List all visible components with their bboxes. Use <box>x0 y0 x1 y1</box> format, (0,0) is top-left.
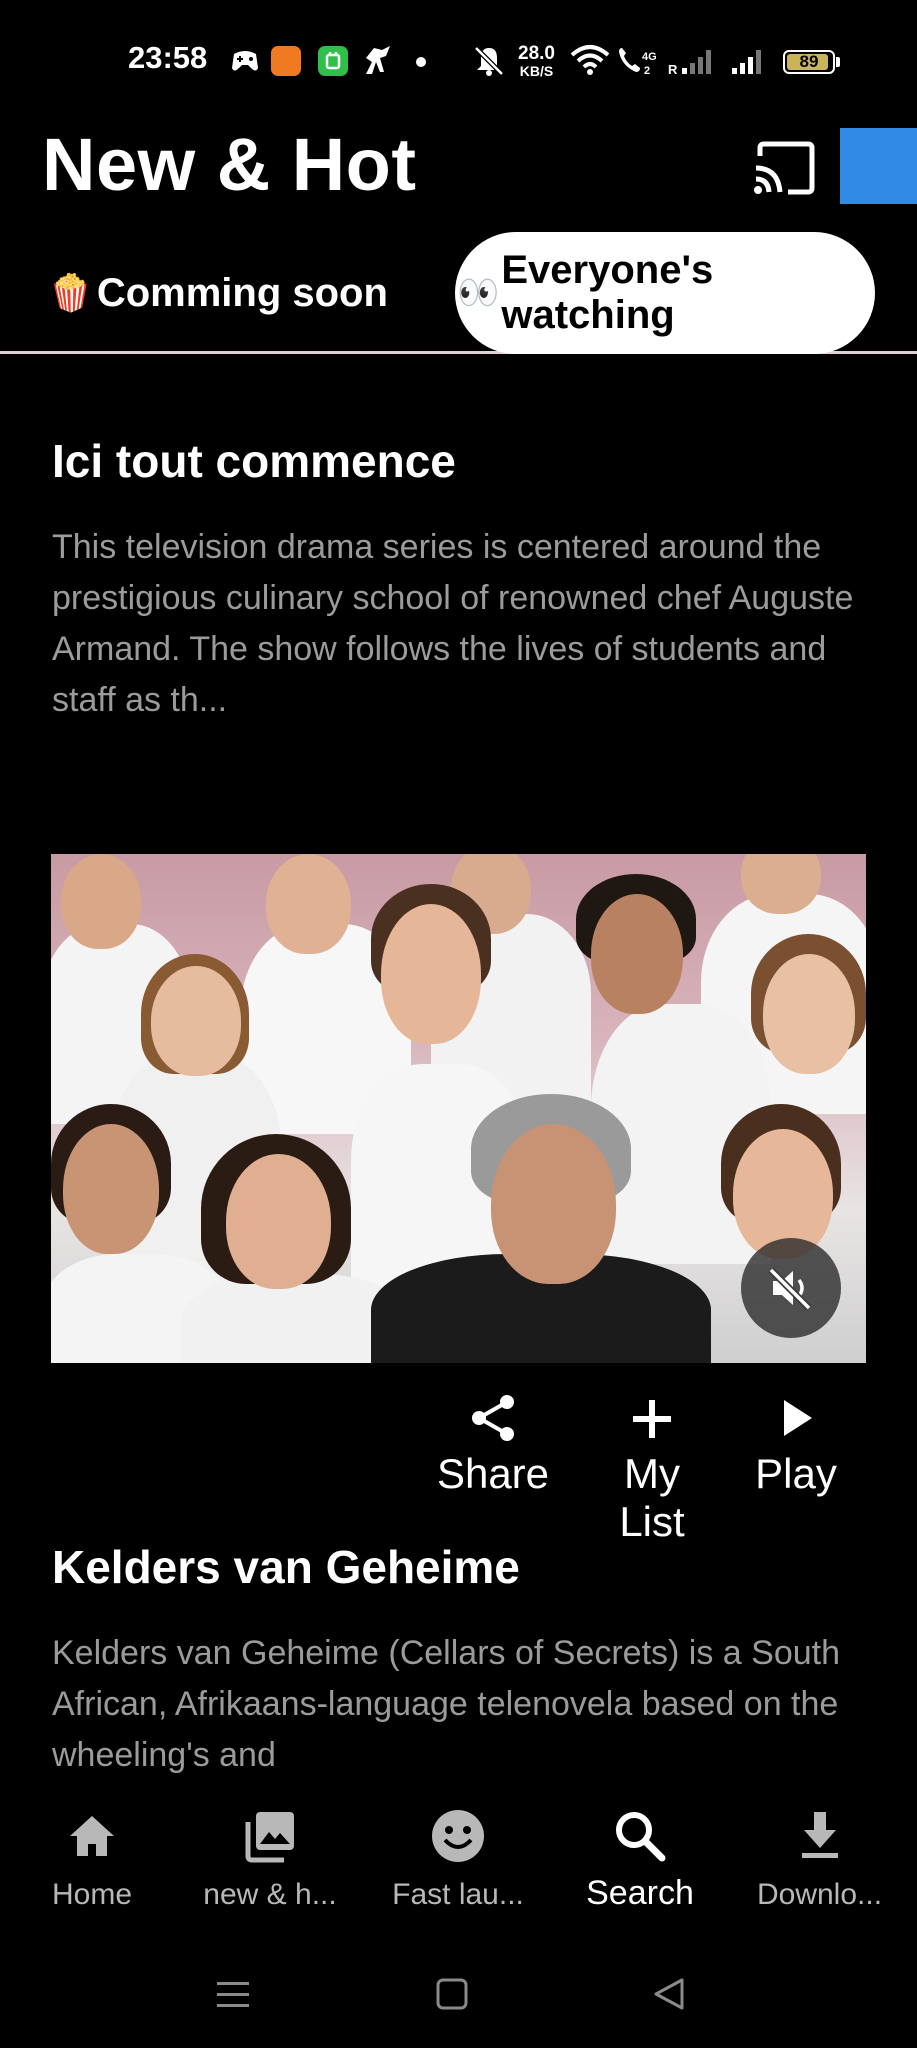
nav-search[interactable]: Search <box>570 1808 710 1913</box>
signal-icon <box>732 50 761 74</box>
smiley-icon <box>432 1810 484 1862</box>
nav-search-label: Search <box>586 1874 694 1912</box>
eyes-icon: 👀 <box>457 273 500 313</box>
network-speed: 28.0 KB/S <box>518 43 555 79</box>
volume-muted-icon <box>768 1267 812 1311</box>
status-bar: 23:58 28.0 KB/S 4G 2 R 89 <box>0 0 917 122</box>
nav-downloads-label: Downlo... <box>756 1878 883 1911</box>
play-label: Play <box>755 1450 837 1497</box>
show-description: This television drama series is centered… <box>52 528 854 719</box>
profile-button[interactable] <box>840 128 917 204</box>
plus-icon <box>633 1400 671 1438</box>
nav-new-hot[interactable]: new & h... <box>192 1808 348 1912</box>
play-icon <box>784 1400 812 1436</box>
recent-apps-icon[interactable] <box>214 1978 252 2012</box>
tab-coming-soon[interactable]: 🍿 Comming soon <box>48 232 388 354</box>
home-nav-icon[interactable] <box>435 1977 469 2011</box>
tab-coming-soon-label: Comming soon <box>96 270 388 315</box>
svg-text:2: 2 <box>644 65 650 77</box>
battery-nub <box>836 57 840 67</box>
nav-new-hot-label: new & h... <box>203 1878 337 1911</box>
status-time: 23:58 <box>128 40 208 75</box>
home-icon <box>70 1816 114 1856</box>
share-label: Share <box>436 1450 550 1497</box>
bottom-nav: Home new & h... Fast lau... Search Downl… <box>0 1790 917 1940</box>
nav-fast-laughs[interactable]: Fast lau... <box>376 1808 540 1912</box>
search-icon <box>616 1812 666 1862</box>
battery-level: 89 <box>799 52 819 71</box>
download-icon <box>801 1812 838 1858</box>
system-nav-bar <box>0 1950 917 2048</box>
share-button[interactable]: Share <box>428 1392 558 1498</box>
nav-downloads[interactable]: Downlo... <box>742 1808 897 1912</box>
mute-button[interactable] <box>741 1238 841 1338</box>
horse-app-icon <box>366 46 390 74</box>
show-title: Ici tout commence <box>52 435 456 487</box>
cast-icon[interactable] <box>752 140 816 196</box>
temu-app-icon <box>271 46 301 76</box>
dot-icon <box>416 57 426 67</box>
nav-home[interactable]: Home <box>22 1808 162 1912</box>
tab-bar: 🍿 Comming soon 👀 Everyone's watching <box>0 232 917 354</box>
tab-everyones-watching-label: Everyone's watching <box>501 248 714 337</box>
gallery-icon <box>245 1812 294 1863</box>
my-list-label: My List <box>619 1450 685 1545</box>
show-title: Kelders van Geheime <box>52 1541 520 1593</box>
nav-home-label: Home <box>51 1878 133 1911</box>
show-description: Kelders van Geheime (Cellars of Secrets)… <box>52 1634 841 1774</box>
wifi-icon <box>570 45 610 75</box>
share-icon <box>472 1395 514 1441</box>
tab-everyones-watching[interactable]: 👀 Everyone's watching <box>455 232 875 354</box>
green-app-icon <box>318 46 348 76</box>
svg-text:4G: 4G <box>642 51 657 63</box>
back-nav-icon[interactable] <box>652 1976 686 2012</box>
gamepad-icon <box>232 51 258 71</box>
nav-fast-laughs-label: Fast lau... <box>392 1878 524 1911</box>
mute-bell-icon <box>474 46 504 76</box>
volte-call-icon: 4G 2 <box>619 48 657 77</box>
my-list-button[interactable]: My List <box>587 1392 717 1546</box>
signal-r-icon: R <box>668 50 711 76</box>
page-title: New & Hot <box>42 123 417 206</box>
popcorn-icon: 🍿 <box>48 273 93 314</box>
play-button[interactable]: Play <box>736 1392 856 1498</box>
battery-icon: 89 <box>783 50 835 74</box>
svg-text:R: R <box>668 62 678 76</box>
